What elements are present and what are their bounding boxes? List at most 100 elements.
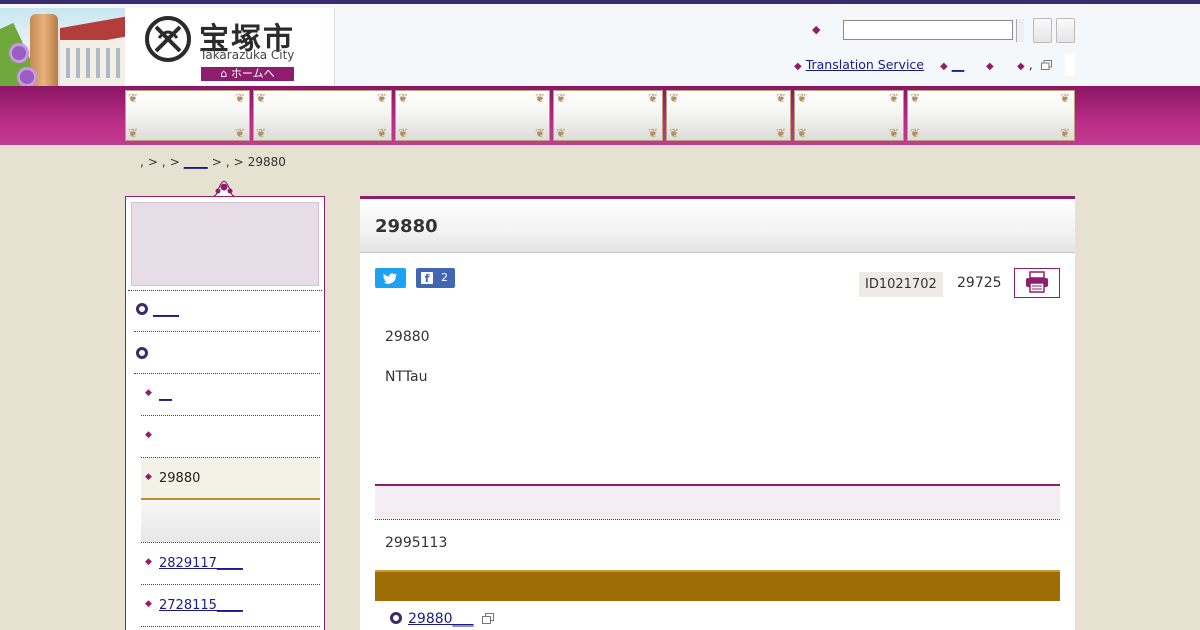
home-button-label: ホームへ xyxy=(230,67,275,80)
util-link-2-label[interactable]: __ xyxy=(952,57,965,72)
sidebar-subitem-label[interactable]: 2728115____ xyxy=(159,598,243,613)
breadcrumb-current: 29880 xyxy=(247,155,286,169)
flower-icon xyxy=(20,70,34,84)
sidebar-subitem-label[interactable]: __ xyxy=(159,387,172,402)
corner-ornament-icon: ❦ xyxy=(535,91,546,105)
external-window-icon xyxy=(1040,60,1052,70)
util-link-4-label: , xyxy=(1028,57,1033,72)
related-heading xyxy=(375,570,1060,601)
sidebar-heading xyxy=(128,202,322,291)
twitter-bird-icon xyxy=(383,273,398,284)
header-city-photo xyxy=(0,8,125,90)
gnav-item-5[interactable]: ❦ ❦ ❦ ❦ xyxy=(666,90,791,141)
facebook-share-button[interactable]: f 2 xyxy=(416,268,455,288)
corner-ornament-icon: ❦ xyxy=(535,126,546,140)
util-link-4[interactable]: ◆, xyxy=(1017,57,1052,72)
translation-service-link[interactable]: Translation Service xyxy=(806,57,924,72)
contact-info: 2995113 xyxy=(385,535,448,551)
breadcrumb-separator: > xyxy=(233,155,244,169)
breadcrumb-separator: > xyxy=(147,155,158,169)
gnav-item-4[interactable]: ❦ ❦ ❦ ❦ xyxy=(553,90,663,141)
corner-ornament-icon: ❦ xyxy=(398,126,409,140)
gnav-item-1[interactable]: ❦ ❦ ❦ ❦ xyxy=(125,90,250,141)
gnav-item-3[interactable]: ❦ ❦ ❦ ❦ xyxy=(395,90,550,141)
breadcrumb-item: , xyxy=(140,155,144,169)
corner-ornament-icon: ❦ xyxy=(776,91,787,105)
corner-ornament-icon: ❦ xyxy=(797,91,808,105)
corner-ornament-icon: ❦ xyxy=(377,126,388,140)
body-paragraph: 29880 xyxy=(385,329,430,345)
print-button[interactable] xyxy=(1014,268,1060,298)
corner-ornament-icon: ❦ xyxy=(797,126,808,140)
diamond-bullet-icon: ◆ xyxy=(794,61,802,72)
sidebar: ____ ◆ __ ◆ ◆ 29880 ◆ 2829117____ ◆ 2728… xyxy=(125,196,325,630)
sidebar-item[interactable]: ____ xyxy=(134,290,320,332)
building-illustration xyxy=(58,40,125,90)
corner-ornament-icon: ❦ xyxy=(256,126,267,140)
corner-ornament-icon: ❦ xyxy=(889,91,900,105)
breadcrumb: , >, > ____ >, >29880 xyxy=(140,155,290,169)
body-paragraph: NTTau xyxy=(385,369,428,385)
diamond-bullet-icon: ◆ xyxy=(145,557,152,567)
corner-ornament-icon: ❦ xyxy=(556,126,567,140)
update-date: 29725 xyxy=(957,275,1002,291)
page-title-bar: 29880 xyxy=(360,199,1075,253)
util-link-translation[interactable]: ◆ Translation Service xyxy=(794,57,924,72)
sidebar-item-label[interactable]: ____ xyxy=(153,303,179,318)
corner-ornament-icon: ❦ xyxy=(1060,91,1071,105)
related-link[interactable]: 29880___ xyxy=(408,611,474,627)
corner-ornament-icon: ❦ xyxy=(910,91,921,105)
flower-icon xyxy=(12,46,26,60)
util-link-2[interactable]: ◆ __ xyxy=(940,57,964,72)
printer-icon xyxy=(1026,270,1048,293)
contact-heading xyxy=(375,484,1060,520)
breadcrumb-separator: > xyxy=(169,155,180,169)
related-link-item[interactable]: 29880___ xyxy=(390,611,494,627)
home-icon: ⌂ xyxy=(220,67,228,80)
corner-ornament-icon: ❦ xyxy=(648,91,659,105)
facebook-share-count: 2 xyxy=(441,271,448,284)
site-header: 宝塚市 Takarazuka City ⌂ ホームへ ◆ ◆ Translatio… xyxy=(0,0,1200,90)
sidebar-subitem[interactable]: ◆ xyxy=(141,416,320,458)
tweet-button[interactable] xyxy=(375,268,406,288)
corner-ornament-icon: ❦ xyxy=(235,91,246,105)
diamond-bullet-icon: ◆ xyxy=(1017,61,1025,72)
circle-bullet-icon xyxy=(136,347,148,359)
gnav-item-7[interactable]: ❦ ❦ ❦ ❦ xyxy=(907,90,1075,141)
search-button[interactable] xyxy=(1033,18,1052,43)
sidebar-subitem[interactable]: ◆ __ xyxy=(141,374,320,416)
advanced-search-button[interactable] xyxy=(1056,18,1075,43)
search-input[interactable] xyxy=(843,20,1013,40)
breadcrumb-item: , xyxy=(225,155,230,169)
main-content: 29880 f 2 ID1021702 29725 29880 NTTau 29… xyxy=(360,196,1075,630)
sidebar-item[interactable] xyxy=(134,332,320,374)
corner-ornament-icon: ❦ xyxy=(910,126,921,140)
corner-ornament-icon: ❦ xyxy=(128,91,139,105)
page-id-badge: ID1021702 xyxy=(859,272,943,297)
corner-ornament-icon: ❦ xyxy=(669,126,680,140)
corner-ornament-icon: ❦ xyxy=(1060,126,1071,140)
sidebar-subitem-label[interactable]: 2829117____ xyxy=(159,556,243,571)
sidebar-subitem-current[interactable]: ◆ 29880 xyxy=(141,458,320,500)
breadcrumb-link[interactable]: ____ xyxy=(184,155,208,169)
circle-bullet-icon xyxy=(136,303,148,315)
corner-ornament-icon: ❦ xyxy=(776,126,787,140)
site-logo[interactable]: 宝塚市 Takarazuka City ⌂ ホームへ xyxy=(125,8,335,90)
corner-ornament-icon: ❦ xyxy=(128,126,139,140)
tower-illustration xyxy=(30,14,58,90)
global-navigation: ❦ ❦ ❦ ❦ ❦ ❦ ❦ ❦ ❦ ❦ ❦ ❦ ❦ ❦ ❦ ❦ ❦ ❦ ❦ ❦ ❦ ❦ ❦ ❦ ❦ ❦ ❦… xyxy=(0,86,1200,145)
corner-ornament-icon: ❦ xyxy=(556,91,567,105)
sidebar-subitem-label: 29880 xyxy=(159,471,201,486)
city-emblem-icon xyxy=(145,16,191,62)
gnav-item-6[interactable]: ❦ ❦ ❦ ❦ xyxy=(794,90,904,141)
corner-ornament-icon: ❦ xyxy=(256,91,267,105)
util-link-3[interactable]: ◆ xyxy=(986,57,998,72)
diamond-bullet-icon: ◆ xyxy=(986,61,994,72)
diamond-bullet-icon: ◆ xyxy=(145,388,152,398)
sidebar-subitem[interactable]: ◆ 2728115____ xyxy=(141,585,320,627)
search-bullet-icon: ◆ xyxy=(812,23,821,36)
diamond-bullet-icon: ◆ xyxy=(145,430,152,440)
sidebar-subitem[interactable]: ◆ 2829117____ xyxy=(141,543,320,585)
home-button[interactable]: ⌂ ホームへ xyxy=(201,67,294,81)
gnav-item-2[interactable]: ❦ ❦ ❦ ❦ xyxy=(253,90,392,141)
